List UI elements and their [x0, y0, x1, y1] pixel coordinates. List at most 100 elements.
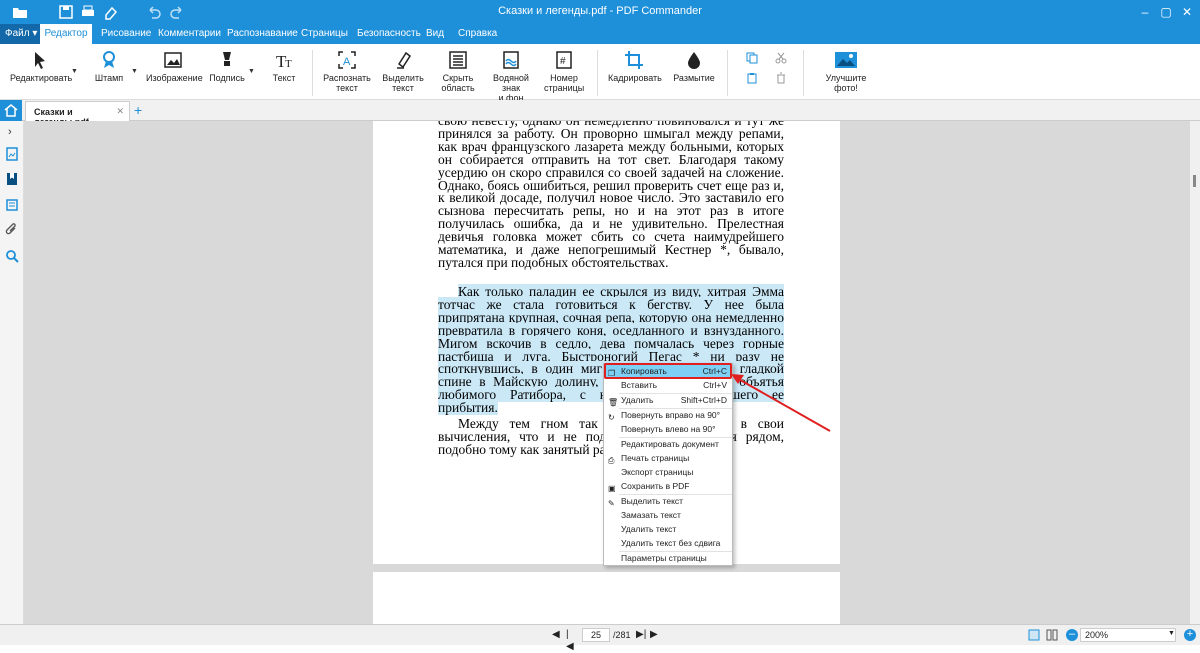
tab-recognition[interactable]: Распознавание [227, 24, 298, 44]
image-button[interactable]: Изображение [146, 50, 203, 83]
single-page-view-icon[interactable] [1028, 629, 1040, 641]
crop-button[interactable]: Кадрировать [608, 50, 662, 83]
page-number-button[interactable]: # Номер страницы [544, 50, 584, 93]
menu-item-rotate-right[interactable]: ↻ Повернуть вправо на 90° [604, 409, 732, 422]
search-icon[interactable] [5, 249, 19, 263]
menu-item-print-pages[interactable]: ⎙ Печать страницы [604, 452, 732, 465]
zoom-input[interactable]: 200% [1080, 628, 1176, 642]
crop-icon [625, 51, 643, 69]
cut-icon[interactable] [775, 52, 787, 64]
drop-icon [688, 52, 700, 69]
chevron-down-icon[interactable]: ▼ [248, 68, 255, 75]
paragraph[interactable]: свою невесту, однако он немедленно повин… [438, 121, 784, 270]
comments-icon[interactable] [5, 198, 19, 212]
two-page-view-icon[interactable] [1046, 629, 1058, 641]
first-page-icon[interactable]: |◀ [566, 629, 576, 652]
tab-help[interactable]: Справка [458, 24, 497, 44]
blur-button[interactable]: Размытие [672, 50, 716, 83]
page-number-input[interactable]: 25 [582, 628, 610, 642]
trash-icon[interactable] [775, 72, 787, 84]
minimize-icon[interactable]: – [1136, 3, 1154, 21]
redact-area-icon [449, 51, 467, 69]
menu-item-save-pdf[interactable]: ▣ Сохранить в PDF [604, 480, 732, 493]
chevron-down-icon[interactable]: ▼ [1168, 630, 1175, 637]
attachment-icon[interactable] [5, 223, 19, 237]
zoom-out-button[interactable]: – [1066, 629, 1078, 641]
select-text-button[interactable]: Выделить текст [381, 50, 425, 93]
menu-item-export-page[interactable]: Экспорт страницы [604, 466, 732, 479]
maximize-icon[interactable]: ▢ [1157, 3, 1175, 21]
menu-item-rotate-left[interactable]: Повернуть влево на 90° [604, 423, 732, 436]
annotation-arrow [731, 374, 831, 432]
scrollbar-thumb[interactable] [1193, 175, 1196, 187]
home-icon [4, 104, 18, 117]
chevron-down-icon[interactable]: ▼ [71, 68, 78, 75]
paste-icon[interactable] [746, 72, 758, 84]
text-icon: TT [276, 52, 292, 70]
svg-text:A: A [343, 56, 351, 68]
watermark-icon [503, 51, 519, 69]
close-tab-icon[interactable]: ✕ [116, 106, 124, 117]
expand-sidebar-icon[interactable]: › [8, 126, 12, 138]
menu-item-paste[interactable]: Вставить Ctrl+V [604, 379, 732, 392]
menu-item-select-text[interactable]: ✎ Выделить текст [604, 495, 732, 508]
pdf-page[interactable] [373, 572, 840, 624]
menu-item-edit-document[interactable]: Редактировать документ [604, 438, 732, 451]
copy-icon[interactable] [746, 52, 758, 64]
close-icon[interactable]: ✕ [1178, 3, 1196, 21]
home-tab[interactable] [0, 100, 22, 121]
menu-item-blur-text[interactable]: Замазать текст [604, 509, 732, 522]
zoom-in-button[interactable]: + [1184, 629, 1196, 641]
ribbon-toolbar: Редактировать ▼ Штамп ▼ Изображение Подп… [0, 44, 1200, 103]
svg-text:#: # [560, 56, 566, 67]
ribbon-divider [803, 50, 804, 96]
stamp-icon [103, 51, 115, 68]
add-tab-button[interactable]: + [134, 102, 142, 118]
menu-item-delete-text-noshift[interactable]: Удалить текст без сдвига [604, 537, 732, 550]
menu-item-delete-text[interactable]: Удалить текст [604, 523, 732, 536]
tab-view[interactable]: Вид [426, 24, 444, 44]
bookmarks-icon[interactable] [5, 172, 19, 186]
chevron-down-icon[interactable]: ▼ [131, 68, 138, 75]
text-button[interactable]: TT Текст [270, 50, 298, 83]
menu-item-page-params[interactable]: Параметры страницы [604, 552, 732, 565]
left-sidebar: › [0, 121, 24, 624]
watermark-button[interactable]: Водяной знак и фон [484, 50, 538, 103]
tab-editor[interactable]: Редактор [40, 24, 92, 44]
title-bar: Сказки и легенды.pdf - PDF Commander – ▢… [0, 0, 1200, 24]
photo-icon [835, 52, 857, 68]
tab-drawing[interactable]: Рисование [101, 24, 151, 44]
recognize-text-button[interactable]: A Распознать текст [322, 50, 372, 93]
signature-icon [223, 52, 231, 66]
tab-document[interactable]: Сказки и легенды.pdf ✕ [25, 101, 130, 127]
stamp-button[interactable]: Штамп [92, 50, 126, 83]
document-tabs: Сказки и легенды.pdf ✕ + [0, 100, 1200, 127]
svg-text:T: T [285, 58, 292, 70]
page-number-icon: # [556, 51, 572, 69]
highlighter-icon [397, 51, 412, 69]
edit-button[interactable]: Редактировать [10, 50, 72, 83]
context-menu: ❐ Копировать Ctrl+C Вставить Ctrl+V 🗑 Удалит… [603, 363, 733, 566]
menu-item-delete[interactable]: 🗑 Удалить Shift+Ctrl+D [604, 394, 732, 407]
next-page-icon[interactable]: ▶ [650, 629, 660, 641]
tab-pages[interactable]: Страницы [301, 24, 348, 44]
menu-file[interactable]: Файл ▾ [0, 24, 40, 44]
ribbon-divider [597, 50, 598, 96]
thumbnails-icon[interactable] [5, 147, 19, 161]
save-icon: ▣ [608, 484, 616, 493]
prev-page-icon[interactable]: ◀ [552, 629, 562, 641]
tab-security[interactable]: Безопасность [357, 24, 421, 44]
ribbon-divider [727, 50, 728, 96]
page-total: /281 [613, 630, 631, 640]
cursor-icon [35, 52, 45, 69]
chevron-down-icon: ▾ [32, 28, 38, 39]
annotation-highlight-box [604, 363, 732, 379]
vertical-scrollbar[interactable] [1190, 121, 1200, 624]
last-page-icon[interactable]: ▶| [636, 629, 646, 641]
image-icon [164, 52, 182, 68]
hide-area-button[interactable]: Скрыть область [438, 50, 478, 93]
window-title: Сказки и легенды.pdf - PDF Commander [498, 5, 702, 17]
tab-comments[interactable]: Комментарии [158, 24, 221, 44]
enhance-photo-button[interactable]: Улучшите фото! [814, 50, 878, 93]
signature-button[interactable]: Подпись [208, 50, 246, 83]
